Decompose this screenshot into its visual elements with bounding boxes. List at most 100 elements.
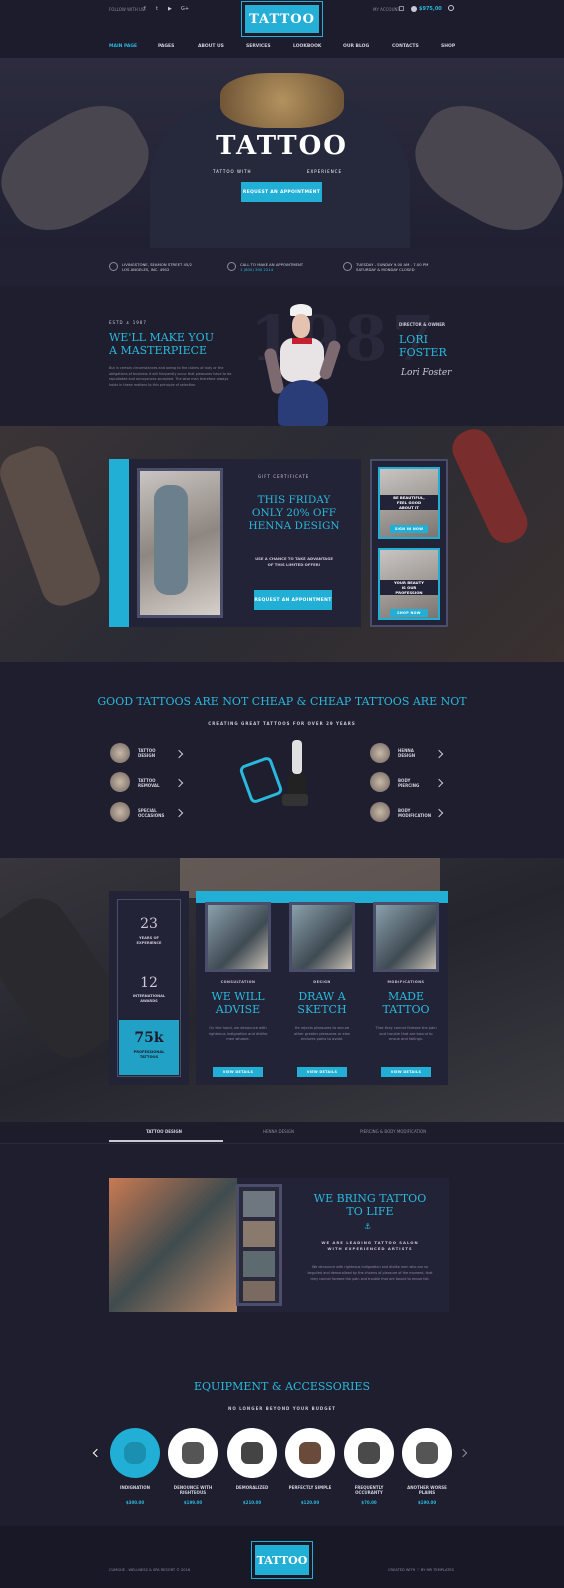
stat-tattoos-number: 75k xyxy=(134,1030,164,1046)
stat-highlight xyxy=(119,1020,179,1075)
feature-thumbs xyxy=(236,1184,282,1306)
bow-tie xyxy=(220,73,344,128)
card-2-photo xyxy=(289,902,355,972)
card-3-sub: MODIFICATIONS xyxy=(387,980,425,984)
hero-tagline-left: TATTOO WITH xyxy=(213,169,252,174)
product-5-image[interactable] xyxy=(344,1428,394,1478)
tab-tattoo-design[interactable]: TATTOO DESIGN xyxy=(146,1129,182,1134)
card-1-body: On the hand, we denounce with righteous … xyxy=(208,1026,268,1041)
google-plus-icon[interactable]: G+ xyxy=(181,6,189,12)
body-piercing-icon xyxy=(370,772,390,792)
card-1-photo xyxy=(205,902,271,972)
product-1-image[interactable] xyxy=(110,1428,160,1478)
product-2-name[interactable]: DENOUNCE WITH RIGHTEOUS xyxy=(161,1485,225,1495)
tab-henna-design[interactable]: HENNA DESIGN xyxy=(263,1129,294,1134)
side-signin-button[interactable]: SIGN IN NOW xyxy=(390,525,428,533)
equipment-subtitle: NO LONGER BEYOND YOUR BUDGET xyxy=(227,1406,336,1411)
cart-icon[interactable] xyxy=(411,6,417,12)
account-link[interactable]: MY ACCOUNT xyxy=(373,7,400,12)
follow-label: FOLLOW WITH US: xyxy=(109,7,146,12)
stat-tattoos-label: PROFESSIONAL TATTOOS xyxy=(133,1050,165,1059)
card-3-body: That they cannot foresee the pain and tr… xyxy=(375,1026,437,1041)
director-role: DIRECTOR & OWNER xyxy=(399,322,446,327)
service-body-modification[interactable]: BODY MODIFICATION xyxy=(398,808,431,818)
phone-icon xyxy=(227,262,236,271)
card-3-details-button[interactable]: VIEW DETAILS xyxy=(381,1067,431,1077)
service-tattoo-removal[interactable]: TATTOO REMOVAL xyxy=(138,778,160,788)
footer-copyright: CUMGUE - WELLNESS & SPA RESORT © 2016 xyxy=(109,1568,191,1572)
anchor-icon: ⚓ xyxy=(364,1222,372,1231)
director-name: LORI FOSTER xyxy=(399,333,447,359)
gift-subtitle: USE A CHANCE TO TAKE ADVANTAGE OF THIS LI… xyxy=(255,556,333,567)
stat-awards-number: 12 xyxy=(140,975,158,991)
gift-title: THIS FRIDAY ONLY 20% OFF HENNA DESIGN xyxy=(248,494,340,532)
chevron-down-icon xyxy=(399,6,404,11)
location-icon xyxy=(109,262,118,271)
hero-section: TATTOO TATTOO WITH EXPERIENCE REQUEST AN… xyxy=(0,58,564,248)
estd-label: ESTD ⚓ 1987 xyxy=(109,320,147,325)
nav-services[interactable]: SERVICES xyxy=(246,44,271,52)
nav-our-blog[interactable]: OUR BLOG xyxy=(343,44,369,52)
product-6-image[interactable] xyxy=(402,1428,452,1478)
gift-accent-bar xyxy=(109,459,129,627)
footer-logo[interactable]: TATTOO xyxy=(251,1541,313,1579)
feature-photo xyxy=(109,1178,237,1312)
product-4-image[interactable] xyxy=(285,1428,335,1478)
side-promo-1-text: BE BEAUTIFUL, FEEL GOOD ABOUT IT xyxy=(380,495,438,510)
body-modification-icon xyxy=(370,802,390,822)
facebook-icon[interactable]: f xyxy=(144,6,146,12)
card-1-sub: CONSULTATION xyxy=(220,980,256,984)
service-body-piercing[interactable]: BODY PIERCING xyxy=(398,778,419,788)
nav-main-page[interactable]: MAIN PAGE xyxy=(109,44,137,52)
nav-contacts[interactable]: CONTACTS xyxy=(392,44,419,52)
product-5-name[interactable]: FREQUENTLY OCCURANTY xyxy=(337,1485,401,1495)
side-shop-button[interactable]: SHOP NOW xyxy=(390,609,428,617)
tab-piercing[interactable]: PIERCING & BODY MODIFICATION xyxy=(360,1129,426,1134)
card-1-details-button[interactable]: VIEW DETAILS xyxy=(213,1067,263,1077)
card-2-details-button[interactable]: VIEW DETAILS xyxy=(297,1067,347,1077)
stat-years-label: YEARS OF EXPERIENCE xyxy=(136,936,162,945)
address: LIVINGSTONE, SEAMON STREET 45/2 LOS ANGEL… xyxy=(122,262,193,272)
twitter-icon[interactable]: t xyxy=(156,6,158,12)
feature-subtitle: WE ARE LEADING TATTOO SALON WITH EXPERIEN… xyxy=(321,1240,419,1251)
logo[interactable]: TATTOO xyxy=(241,1,323,37)
cart-total[interactable]: $975,00 xyxy=(419,6,442,12)
director-photo xyxy=(262,300,346,426)
services-subtitle: CREATING GREAT TATTOOS FOR OVER 29 YEARS xyxy=(208,721,356,726)
services-title: GOOD TATTOOS ARE NOT CHEAP & CHEAP TATTO… xyxy=(97,695,467,708)
feature-body: We denounce with righteous indignation a… xyxy=(307,1265,433,1281)
nav-lookbook[interactable]: LOOKBOOK xyxy=(293,44,321,52)
product-6-name[interactable]: ANOTHER WORSE PLAINS xyxy=(395,1485,459,1495)
nav-pages[interactable]: PAGES xyxy=(158,44,174,52)
product-5-price: $70.00 xyxy=(361,1500,377,1505)
product-1-name[interactable]: INDIGNATION xyxy=(103,1485,167,1490)
clock-icon xyxy=(343,262,352,271)
footer-logo-text: TATTOO xyxy=(256,1553,308,1567)
hero-tagline-right: EXPERIENCE xyxy=(307,169,343,174)
nav-about-us[interactable]: ABOUT US xyxy=(198,44,224,52)
tool-decoration-left xyxy=(0,440,106,612)
nav-shop[interactable]: SHOP xyxy=(441,44,455,52)
product-3-image[interactable] xyxy=(227,1428,277,1478)
youtube-icon[interactable]: ▶ xyxy=(168,6,172,12)
hero-appointment-button[interactable]: REQUEST AN APPOINTMENT xyxy=(241,182,322,202)
stat-awards-label: INTERNATIONAL AWARDS xyxy=(132,994,166,1003)
product-4-price: $120.00 xyxy=(300,1500,320,1505)
product-2-image[interactable] xyxy=(168,1428,218,1478)
search-icon[interactable] xyxy=(448,5,454,11)
about-title: WE'LL MAKE YOU A MASTERPIECE xyxy=(109,331,214,357)
gift-photo xyxy=(137,468,223,618)
service-special-occasions[interactable]: SPECIAL OCCASIONS xyxy=(138,808,164,818)
tattoo-removal-icon xyxy=(110,772,130,792)
service-henna-design[interactable]: HENNA DESIGN xyxy=(398,748,415,758)
stat-years-number: 23 xyxy=(140,916,158,932)
product-4-name[interactable]: PERFECTLY SIMPLE xyxy=(278,1485,342,1490)
product-3-name[interactable]: DEMORALIZED xyxy=(220,1485,284,1490)
card-1-title: WE WILL ADVISE xyxy=(211,990,265,1016)
ink-bottle-decoration xyxy=(446,426,534,549)
director-signature: Lori Foster xyxy=(401,368,452,378)
gift-appointment-button[interactable]: REQUEST AN APPOINTMENT xyxy=(254,590,332,610)
service-tattoo-design[interactable]: TATTOO DESIGN xyxy=(138,748,156,758)
footer-credits: CREATED WITH ♡ BY MR TEMPLATES xyxy=(388,1568,454,1572)
hero-arm-left xyxy=(0,87,165,248)
